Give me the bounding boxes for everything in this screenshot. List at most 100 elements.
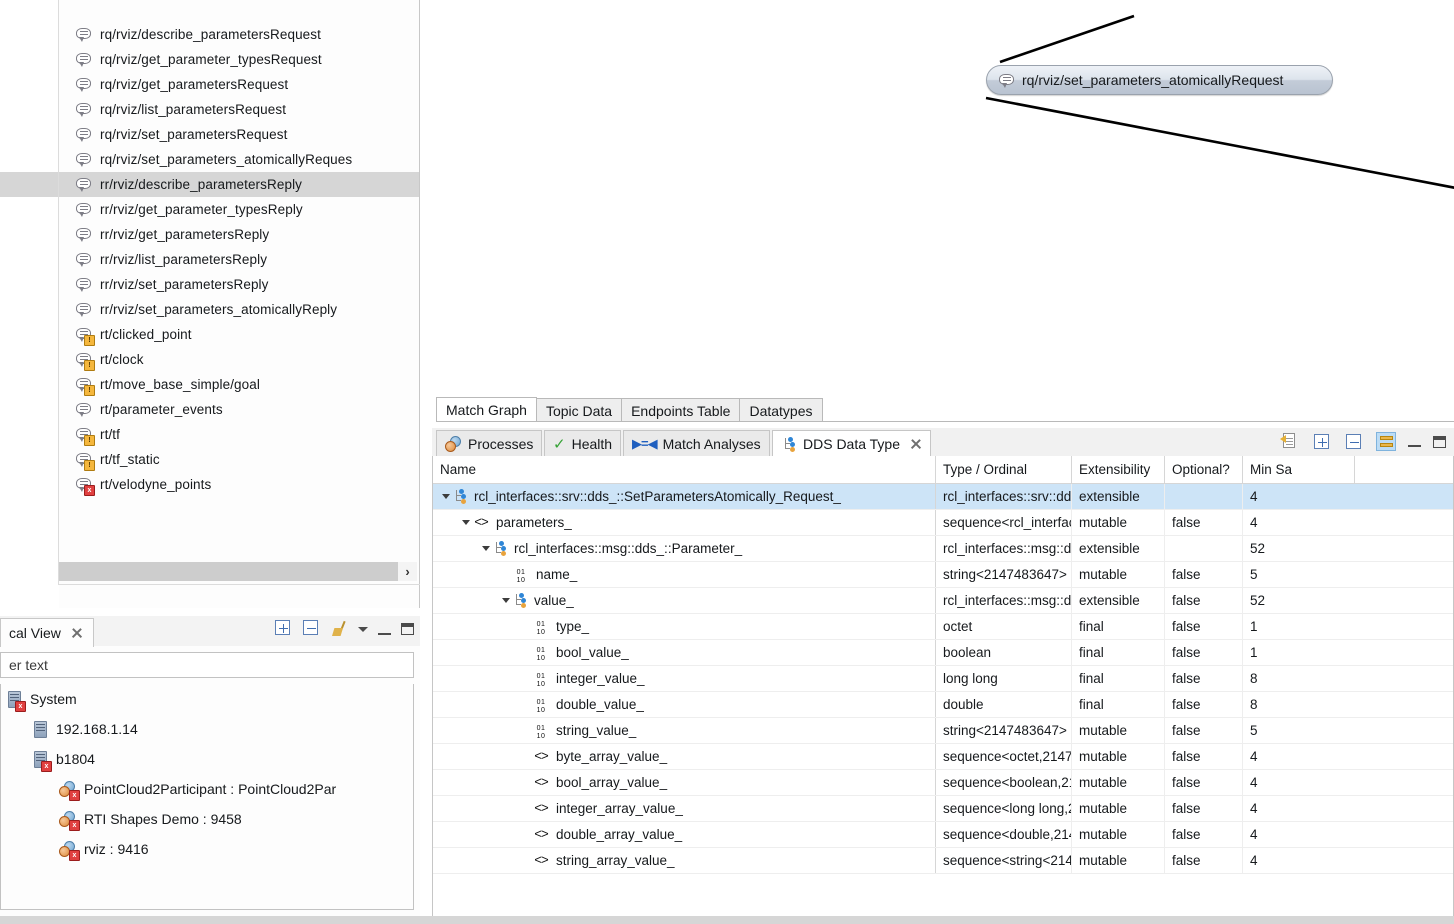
topic-tree-item[interactable]: !rt/tf xyxy=(0,422,420,447)
topic-tree-item-label: rr/rviz/get_parameter_typesReply xyxy=(100,202,303,217)
scrollbar-thumb[interactable] xyxy=(59,562,404,581)
cell-optional: false xyxy=(1165,822,1243,847)
topic-tree-item[interactable]: rr/rviz/set_parametersReply xyxy=(0,272,420,297)
match-graph-canvas[interactable]: rq/rviz/set_parameters_atomicallyRequest… xyxy=(428,0,1454,396)
topic-tree-item[interactable]: xrt/velodyne_points xyxy=(0,472,420,497)
column-header[interactable]: Name xyxy=(433,456,936,483)
physical-view-item[interactable]: xRTI Shapes Demo : 9458 xyxy=(1,804,413,834)
topic-tree-list[interactable]: rq/rviz/describe_parametersRequestrq/rvi… xyxy=(0,22,420,497)
topic-tree-item[interactable]: !rt/move_base_simple/goal xyxy=(0,372,420,397)
column-header[interactable]: Optional? xyxy=(1165,456,1243,483)
physical-view-tree[interactable]: xSystem192.168.1.14xb1804xPointCloud2Par… xyxy=(0,684,414,910)
topic-tree-item[interactable]: rr/rviz/list_parametersReply xyxy=(0,247,420,272)
topic-tree-item[interactable]: rr/rviz/set_parameters_atomicallyReply xyxy=(0,297,420,322)
bottom-tab-dds-data-type[interactable]: DDS Data Type xyxy=(772,430,931,457)
physical-view-item[interactable]: 192.168.1.14 xyxy=(1,714,413,744)
chevron-down-icon[interactable] xyxy=(439,494,452,499)
tab-physical-view[interactable]: cal View xyxy=(0,618,94,647)
table-row[interactable]: 0110bool_value_booleanfinalfalse1 xyxy=(433,640,1453,666)
editor-tab-match-graph[interactable]: Match Graph xyxy=(436,397,537,422)
cell-type: boolean xyxy=(936,640,1072,665)
maximize-button[interactable] xyxy=(1433,436,1446,448)
expand-all-button[interactable] xyxy=(275,620,293,638)
table-body[interactable]: rcl_interfaces::srv::dds_::SetParameters… xyxy=(433,484,1453,874)
table-row[interactable]: 0110integer_value_long longfinalfalse8 xyxy=(433,666,1453,692)
cell-extensibility: mutable xyxy=(1072,848,1165,873)
graph-node-topic[interactable]: rq/rviz/set_parameters_atomicallyRequest xyxy=(986,65,1333,95)
table-row[interactable]: rcl_interfaces::msg::dds_::Parameter_rcl… xyxy=(433,536,1453,562)
table-row[interactable]: <>bool_array_value_sequence<boolean,2147… xyxy=(433,770,1453,796)
chevron-down-icon[interactable] xyxy=(459,520,472,525)
cell-optional xyxy=(1165,536,1243,561)
physical-view-item[interactable]: xrviz : 9416 xyxy=(1,834,413,864)
column-header[interactable]: Min Sa xyxy=(1243,456,1355,483)
topic-tree-item[interactable]: !rt/tf_static xyxy=(0,447,420,472)
topic-tree-item[interactable]: rq/rviz/list_parametersRequest xyxy=(0,97,420,122)
bottom-tab-label: Match Analyses xyxy=(663,436,761,452)
bottom-tab-processes[interactable]: Processes xyxy=(436,430,542,457)
topic-tree-item[interactable]: rr/rviz/describe_parametersReply xyxy=(0,172,420,197)
table-row[interactable]: <>parameters_sequence<rcl_interfaces::..… xyxy=(433,510,1453,536)
chevron-down-icon[interactable] xyxy=(479,546,492,551)
warning-badge-icon: ! xyxy=(84,460,95,471)
link-with-selection-toggle[interactable] xyxy=(1376,432,1396,451)
topic-tree-item[interactable]: rt/parameter_events xyxy=(0,397,420,422)
filter-input[interactable]: er text xyxy=(0,652,414,678)
topic-tree-item[interactable]: rq/rviz/set_parameters_atomicallyReques xyxy=(0,147,420,172)
column-header[interactable]: Type / Ordinal xyxy=(936,456,1072,483)
editor-tab-topic-data[interactable]: Topic Data xyxy=(536,398,622,422)
minimize-button[interactable] xyxy=(378,624,391,635)
table-row[interactable]: rcl_interfaces::srv::dds_::SetParameters… xyxy=(433,484,1453,510)
table-row[interactable]: <>string_array_value_sequence<string<214… xyxy=(433,848,1453,874)
topic-tree-item[interactable]: rr/rviz/get_parameter_typesReply xyxy=(0,197,420,222)
topic-tree-item[interactable]: !rt/clicked_point xyxy=(0,322,420,347)
minimize-button[interactable] xyxy=(1408,436,1421,447)
table-row[interactable]: <>byte_array_value_sequence<octet,214748… xyxy=(433,744,1453,770)
collapse-all-button[interactable] xyxy=(303,620,321,638)
cell-type: rcl_interfaces::srv::dds_::S... xyxy=(936,484,1072,509)
topic-icon: ! xyxy=(76,352,91,367)
bottom-tab-health[interactable]: ✓Health xyxy=(544,430,621,457)
topic-tree-item[interactable]: rq/rviz/get_parametersRequest xyxy=(0,72,420,97)
datatype-table[interactable]: NameType / OrdinalExtensibilityOptional?… xyxy=(432,456,1454,924)
topic-icon xyxy=(76,52,91,67)
table-row[interactable]: value_rcl_interfaces::msg::dds_:...exten… xyxy=(433,588,1453,614)
expand-all-button[interactable] xyxy=(1312,432,1332,451)
table-row[interactable]: 0110double_value_doublefinalfalse8 xyxy=(433,692,1453,718)
chevron-down-icon[interactable] xyxy=(499,598,512,603)
copy-to-clipboard-button[interactable] xyxy=(1280,432,1300,451)
collapse-all-button[interactable] xyxy=(1344,432,1364,451)
physical-view-item[interactable]: xPointCloud2Participant : PointCloud2Par xyxy=(1,774,413,804)
datatype-icon xyxy=(781,437,797,452)
scroll-right-arrow-icon[interactable]: › xyxy=(398,562,417,581)
window-bottom-edge xyxy=(0,916,1454,924)
physical-view-item[interactable]: xSystem xyxy=(1,684,413,714)
table-row[interactable]: 0110string_value_string<2147483647>mutab… xyxy=(433,718,1453,744)
column-header[interactable]: Extensibility xyxy=(1072,456,1165,483)
topic-tree-item[interactable]: rq/rviz/get_parameter_typesRequest xyxy=(0,47,420,72)
topic-tree-item[interactable]: !rt/clock xyxy=(0,347,420,372)
topic-tree-item[interactable]: rq/rviz/set_parametersRequest xyxy=(0,122,420,147)
maximize-button[interactable] xyxy=(401,623,414,635)
table-row[interactable]: <>integer_array_value_sequence<long long… xyxy=(433,796,1453,822)
topic-tree-item[interactable]: rq/rviz/describe_parametersRequest xyxy=(0,22,420,47)
editor-tab-datatypes[interactable]: Datatypes xyxy=(739,398,822,422)
table-row[interactable]: 0110name_string<2147483647>mutablefalse5 xyxy=(433,562,1453,588)
cell-extensibility: extensible xyxy=(1072,536,1165,561)
topic-tree-item[interactable]: rr/rviz/get_parametersReply xyxy=(0,222,420,247)
table-row[interactable]: 0110type_octetfinalfalse1 xyxy=(433,614,1453,640)
clear-button[interactable] xyxy=(331,621,348,637)
bottom-tab-match-analyses[interactable]: ▶=◀Match Analyses xyxy=(623,430,770,457)
topic-icon xyxy=(76,77,91,92)
topic-tree-horizontal-scrollbar[interactable] xyxy=(59,562,398,581)
physical-view-item-label: PointCloud2Participant : PointCloud2Par xyxy=(84,781,336,797)
close-icon[interactable] xyxy=(909,438,922,451)
tree-left-border xyxy=(58,0,59,585)
view-menu-button[interactable] xyxy=(358,627,368,632)
editor-tab-endpoints-table[interactable]: Endpoints Table xyxy=(621,398,740,422)
close-icon[interactable] xyxy=(70,627,83,640)
editor-tab-bar[interactable]: Match GraphTopic DataEndpoints TableData… xyxy=(436,398,822,422)
row-name-label: value_ xyxy=(534,593,574,608)
table-row[interactable]: <>double_array_value_sequence<double,214… xyxy=(433,822,1453,848)
physical-view-item[interactable]: xb1804 xyxy=(1,744,413,774)
